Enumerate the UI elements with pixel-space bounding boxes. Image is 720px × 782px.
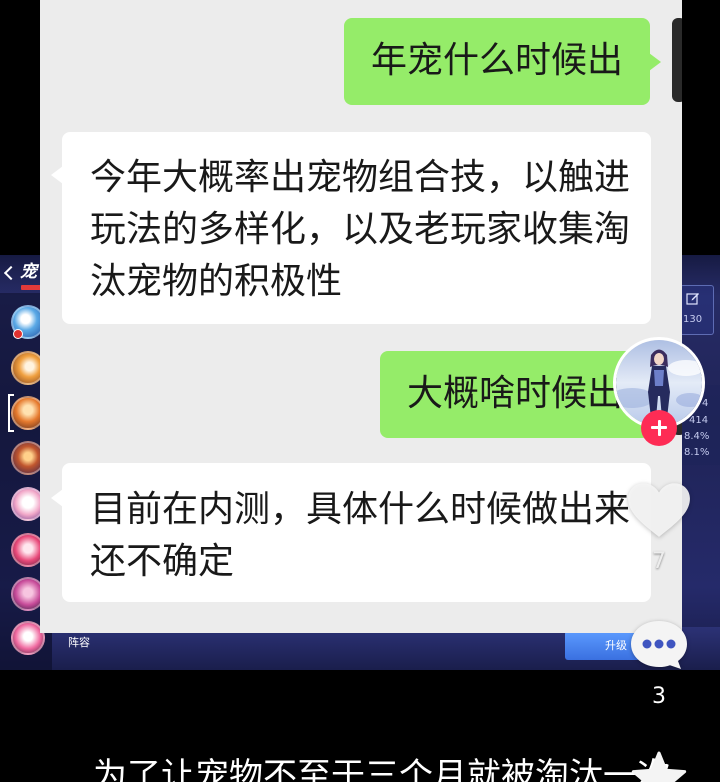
chat-screenshot: 年宠什么时候出 今年大概率出宠物组合技，以触进 玩法的多样化，以及老玩家收集淘 …	[40, 0, 682, 633]
pet-badge	[13, 329, 23, 339]
stat-value: 4	[702, 398, 709, 409]
comment-icon	[631, 621, 687, 669]
message-line: 还不确定	[90, 541, 235, 582]
heart-icon	[628, 483, 690, 537]
selection-bracket	[8, 394, 14, 432]
follow-button[interactable]	[641, 410, 677, 446]
sender-avatar	[672, 18, 682, 102]
message-line: 汰宠物的积极性	[90, 261, 343, 302]
video-player[interactable]: 宠 130 4 414 8.4% 8.1% 阵容 升级 年宠什么时候出 今年大概…	[0, 0, 720, 782]
stat-value: 8.4%	[684, 431, 710, 442]
like-button[interactable]	[626, 481, 692, 539]
stat-value: 130	[683, 314, 703, 325]
bubble-tail	[51, 489, 63, 507]
stat-value: 414	[689, 415, 709, 426]
message-line: 年宠什么时候出	[370, 40, 623, 81]
message-line: 大概啥时候出	[406, 373, 623, 414]
received-message-bubble: 目前在内测，具体什么时候做出来 还不确定	[51, 463, 651, 602]
message-line: 今年大概率出宠物组合技，以触进	[90, 157, 631, 198]
sent-message-bubble: 大概啥时候出	[379, 351, 661, 438]
plus-icon	[657, 419, 661, 436]
lineup-label: 阵容	[68, 636, 90, 649]
like-count: 7	[652, 549, 666, 574]
stat-value: 8.1%	[684, 447, 710, 458]
pencil-icon	[686, 291, 700, 305]
favorite-button[interactable]	[631, 750, 687, 782]
sent-message-bubble: 年宠什么时候出	[343, 18, 661, 105]
comment-count: 3	[652, 684, 666, 709]
message-line: 目前在内测，具体什么时候做出来	[90, 489, 631, 530]
star-icon	[631, 751, 687, 782]
bubble-tail	[51, 166, 63, 184]
comment-button[interactable]	[628, 618, 690, 672]
game-title: 宠	[20, 262, 37, 282]
message-line: 玩法的多样化，以及老玩家收集淘	[90, 209, 631, 250]
video-caption: 为了让宠物不至于三个月就被淘汰一次	[93, 756, 671, 782]
received-message-bubble: 今年大概率出宠物组合技，以触进 玩法的多样化，以及老玩家收集淘 汰宠物的积极性	[51, 132, 651, 324]
bubble-tail	[649, 53, 661, 71]
